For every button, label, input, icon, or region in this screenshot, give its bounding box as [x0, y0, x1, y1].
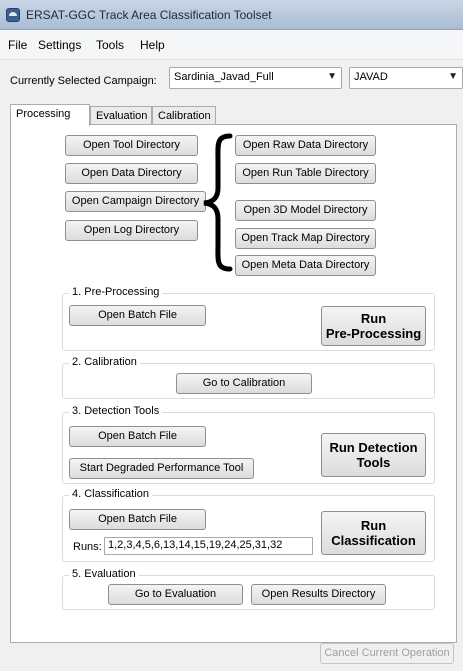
chevron-down-icon: ▼ [448, 71, 458, 82]
app-icon [6, 8, 20, 22]
open-tool-directory-button[interactable]: Open Tool Directory [65, 135, 198, 156]
calibration-title: 2. Calibration [69, 356, 140, 368]
start-degraded-performance-tool-button[interactable]: Start Degraded Performance Tool [69, 458, 254, 479]
cancel-current-operation-button[interactable]: Cancel Current Operation [320, 643, 454, 664]
open-results-directory-button[interactable]: Open Results Directory [251, 584, 386, 605]
detection-open-batch-button[interactable]: Open Batch File [69, 426, 206, 447]
menu-tools[interactable]: Tools [94, 38, 126, 52]
tab-calibration[interactable]: Calibration [152, 106, 216, 125]
runs-label: Runs: [73, 541, 102, 553]
preprocessing-title: 1. Pre-Processing [69, 286, 163, 298]
receiver-dropdown-value: JAVAD [354, 71, 388, 83]
campaign-dropdown[interactable]: Sardinia_Javad_Full ▼ [169, 67, 342, 89]
title-bar[interactable]: ERSAT-GGC Track Area Classification Tool… [0, 0, 463, 30]
tab-processing[interactable]: Processing [10, 104, 90, 126]
main-window: ERSAT-GGC Track Area Classification Tool… [0, 0, 463, 671]
menu-file[interactable]: File [6, 38, 29, 52]
campaign-selector-row: Currently Selected Campaign: Sardinia_Ja… [0, 60, 463, 100]
open-run-table-directory-button[interactable]: Open Run Table Directory [235, 163, 376, 184]
tab-evaluation[interactable]: Evaluation [90, 106, 152, 125]
menu-help[interactable]: Help [138, 38, 167, 52]
run-classification-button[interactable]: Run Classification [321, 511, 426, 555]
detection-tools-title: 3. Detection Tools [69, 405, 163, 417]
open-campaign-directory-button[interactable]: Open Campaign Directory [65, 191, 206, 212]
preprocessing-open-batch-button[interactable]: Open Batch File [69, 305, 206, 326]
campaign-dropdown-value: Sardinia_Javad_Full [174, 71, 274, 83]
open-track-map-directory-button[interactable]: Open Track Map Directory [235, 228, 376, 249]
classification-title: 4. Classification [69, 488, 153, 500]
run-preprocessing-button[interactable]: Run Pre-Processing [321, 306, 426, 346]
menu-bar: File Settings Tools Help [0, 30, 463, 60]
evaluation-title: 5. Evaluation [69, 568, 139, 580]
window-title: ERSAT-GGC Track Area Classification Tool… [26, 8, 272, 22]
run-detection-tools-button[interactable]: Run Detection Tools [321, 433, 426, 477]
open-3d-model-directory-button[interactable]: Open 3D Model Directory [235, 200, 376, 221]
campaign-label: Currently Selected Campaign: [10, 75, 157, 87]
open-log-directory-button[interactable]: Open Log Directory [65, 220, 198, 241]
go-to-evaluation-button[interactable]: Go to Evaluation [108, 584, 243, 605]
open-data-directory-button[interactable]: Open Data Directory [65, 163, 198, 184]
menu-settings[interactable]: Settings [36, 38, 83, 52]
go-to-calibration-button[interactable]: Go to Calibration [176, 373, 312, 394]
bracket-brace-icon [203, 133, 233, 272]
open-meta-data-directory-button[interactable]: Open Meta Data Directory [235, 255, 376, 276]
chevron-down-icon: ▼ [327, 71, 337, 82]
classification-open-batch-button[interactable]: Open Batch File [69, 509, 206, 530]
open-raw-data-directory-button[interactable]: Open Raw Data Directory [235, 135, 376, 156]
receiver-dropdown[interactable]: JAVAD ▼ [349, 67, 463, 89]
runs-input[interactable]: 1,2,3,4,5,6,13,14,15,19,24,25,31,32 [104, 537, 313, 555]
